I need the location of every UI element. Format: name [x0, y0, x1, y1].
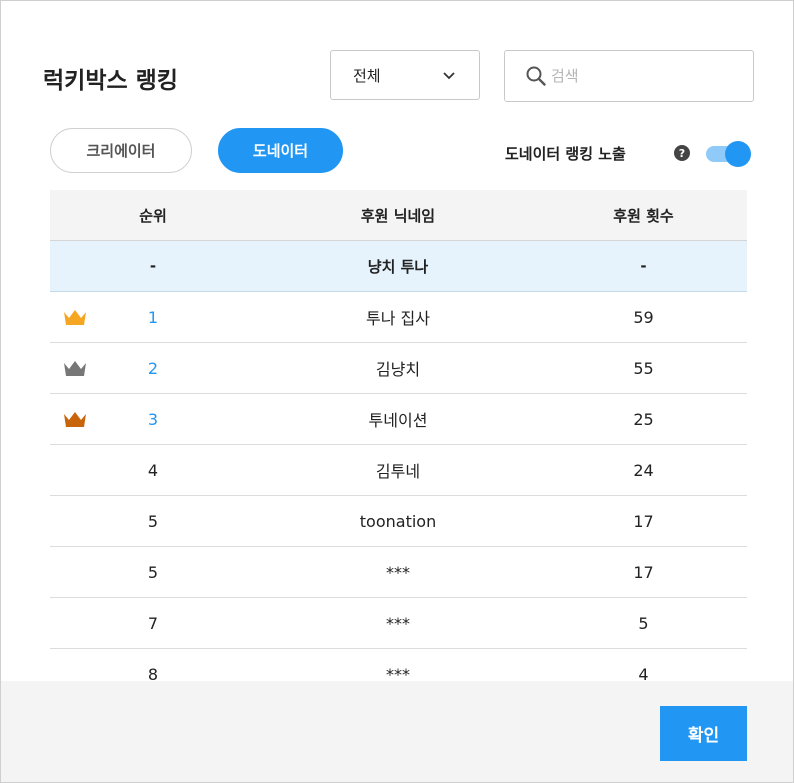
gold-crown-icon — [64, 310, 86, 325]
table-row: 2 김냥치 55 — [50, 343, 747, 394]
expose-label: 도네이터 랭킹 노출 — [505, 145, 626, 163]
row-count: 24 — [633, 460, 654, 480]
bronze-crown-icon — [64, 412, 86, 427]
dialog-title: 럭키박스 랭킹 — [43, 68, 178, 94]
row-nickname: 투네이션 — [368, 411, 428, 430]
header-nickname: 후원 닉네임 — [360, 206, 436, 225]
silver-crown-icon — [64, 361, 86, 376]
row-count: 55 — [633, 358, 654, 378]
row-count: 59 — [633, 307, 654, 327]
row-nickname: *** — [386, 562, 410, 582]
toggle-knob — [725, 141, 751, 167]
row-nickname: *** — [386, 613, 410, 633]
row-nickname: 냥치 투나 — [367, 257, 429, 276]
row-count: 17 — [633, 562, 654, 582]
tab-creator[interactable]: 크리에이터 — [50, 128, 192, 173]
my-rank-row: - 냥치 투나 - — [50, 241, 747, 292]
row-rank: 8 — [147, 664, 159, 682]
chevron-down-icon — [443, 72, 455, 80]
tab-donator[interactable]: 도네이터 — [218, 128, 343, 173]
ranking-table: 순위 후원 닉네임 후원 횟수 - 냥치 투나 - 1 투나 집사 59 2 김… — [50, 190, 747, 681]
filter-selected-value: 전체 — [353, 66, 381, 85]
search-input[interactable] — [551, 67, 741, 85]
expose-toggle[interactable] — [706, 141, 751, 167]
row-count: 17 — [633, 511, 654, 531]
row-rank: 5 — [147, 562, 159, 582]
table-row: 3 투네이션 25 — [50, 394, 747, 445]
row-count: 25 — [633, 409, 654, 429]
row-nickname: *** — [386, 664, 410, 682]
table-row: 4 김투네 24 — [50, 445, 747, 496]
row-rank: 7 — [147, 613, 159, 633]
search-icon — [526, 66, 546, 86]
row-count: - — [640, 257, 647, 275]
header-rank: 순위 — [139, 206, 167, 225]
confirm-button[interactable]: 확인 — [660, 706, 747, 761]
table-row: 5 *** 17 — [50, 547, 747, 598]
header-count: 후원 횟수 — [613, 206, 674, 225]
row-nickname: 김냥치 — [375, 360, 421, 379]
search-box[interactable] — [504, 50, 754, 102]
table-row: 8 *** 4 — [50, 649, 747, 682]
help-icon[interactable]: ? — [674, 145, 690, 161]
row-nickname: toonation — [359, 511, 437, 531]
row-rank: 5 — [147, 511, 159, 531]
row-nickname: 김투네 — [375, 462, 421, 481]
row-count: 4 — [638, 664, 649, 682]
table-header: 순위 후원 닉네임 후원 횟수 — [50, 190, 747, 241]
row-nickname: 투나 집사 — [366, 309, 430, 328]
ranking-dialog: 럭키박스 랭킹 전체 크리에이터 도네이터 도네이터 랭킹 노출 ? 순위 후원… — [0, 0, 794, 783]
row-rank: - — [149, 257, 157, 275]
row-rank: 4 — [147, 460, 159, 480]
table-row: 7 *** 5 — [50, 598, 747, 649]
table-row: 5 toonation 17 — [50, 496, 747, 547]
table-row: 1 투나 집사 59 — [50, 292, 747, 343]
filter-select[interactable]: 전체 — [330, 50, 480, 100]
row-count: 5 — [638, 613, 649, 633]
